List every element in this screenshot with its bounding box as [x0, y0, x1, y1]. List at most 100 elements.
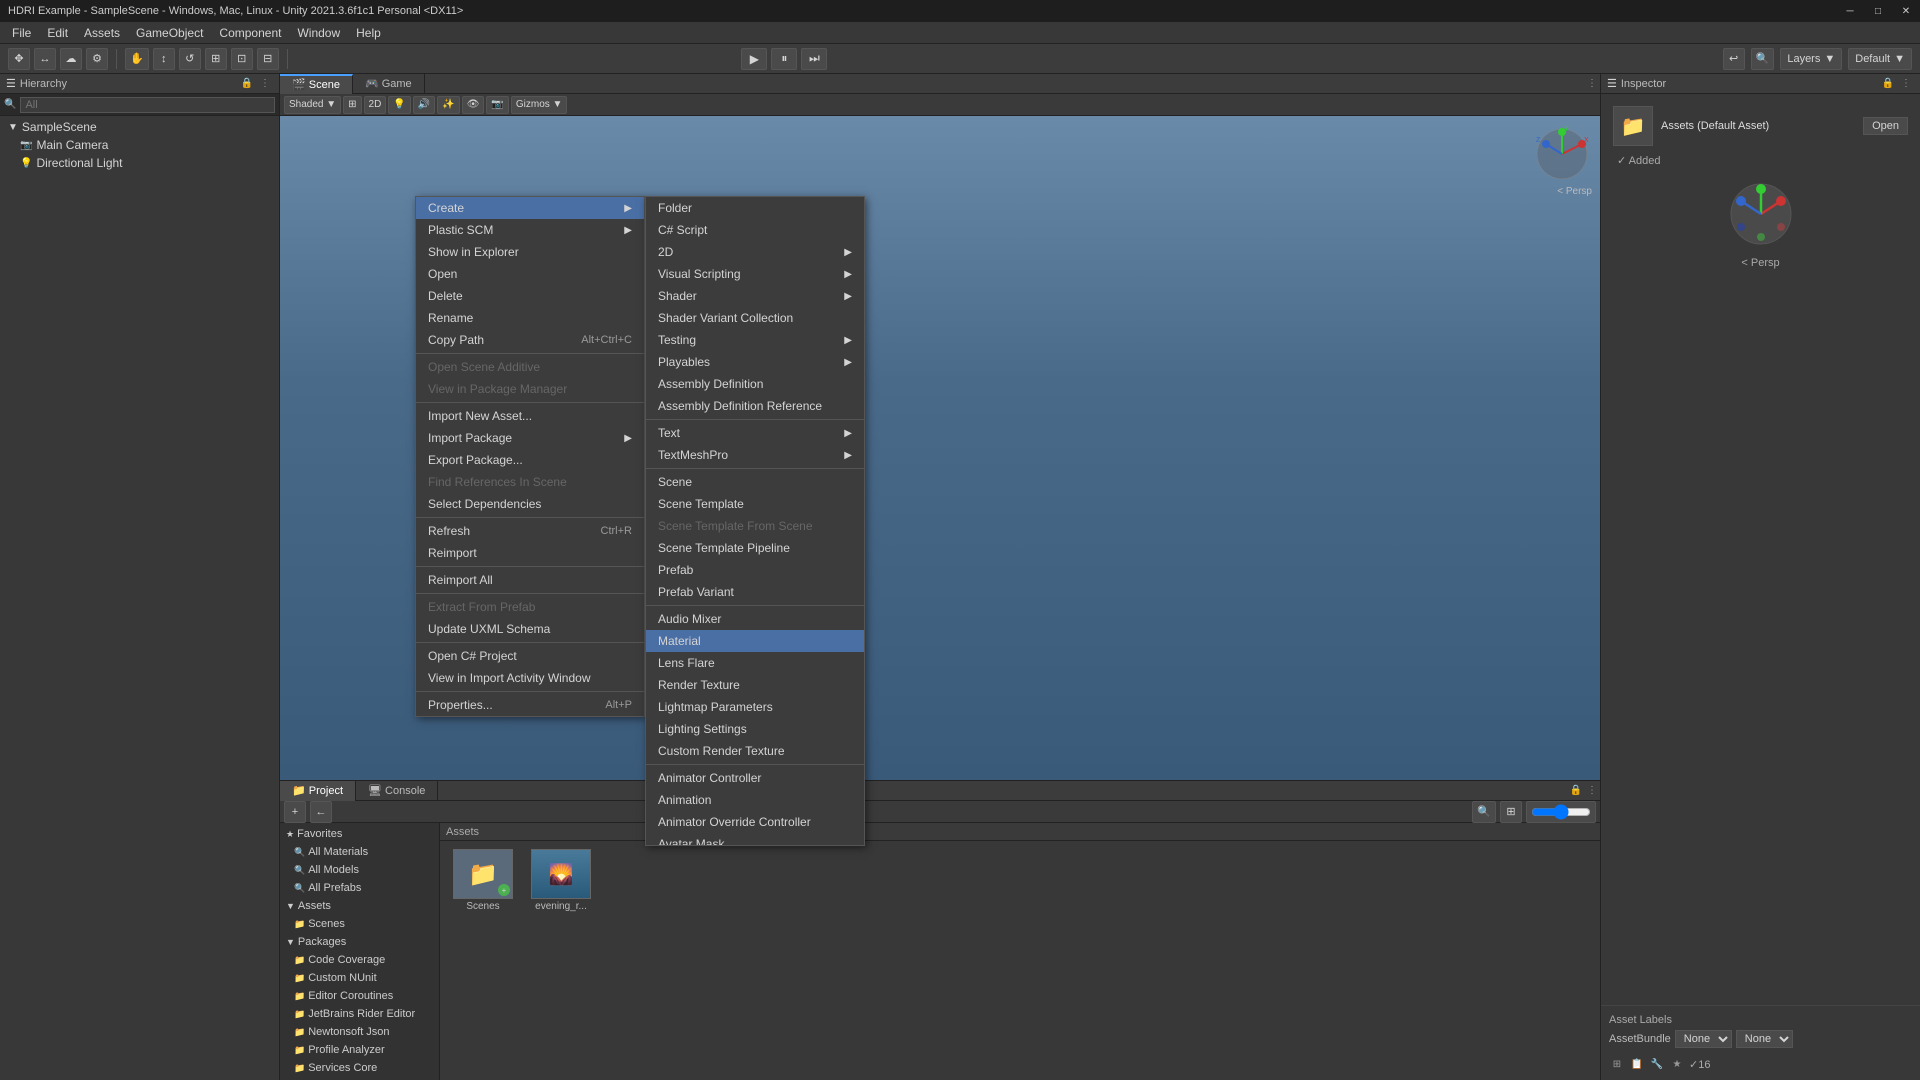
menu-properties[interactable]: Properties... Alt+P — [416, 694, 644, 716]
sidebar-all-materials[interactable]: 🔍All Materials — [280, 843, 439, 861]
project-view-btn[interactable]: ⊞ — [1500, 801, 1522, 823]
close-button[interactable]: ✕ — [1892, 0, 1920, 22]
create-scene[interactable]: Scene — [646, 471, 864, 493]
2d-btn[interactable]: 2D — [364, 96, 387, 114]
create-prefab[interactable]: Prefab — [646, 559, 864, 581]
sidebar-assets[interactable]: ▼Assets — [280, 897, 439, 915]
create-testing[interactable]: Testing ▶ — [646, 329, 864, 351]
step-button[interactable]: ⏭ — [801, 48, 827, 70]
pause-button[interactable]: ⏸ — [771, 48, 797, 70]
create-2d[interactable]: 2D ▶ — [646, 241, 864, 263]
inspector-toolbar-icon2[interactable]: 📋 — [1629, 1056, 1645, 1072]
create-shader[interactable]: Shader ▶ — [646, 285, 864, 307]
create-text[interactable]: Text ▶ — [646, 422, 864, 444]
hierarchy-item-samplescene[interactable]: ▼ SampleScene — [0, 118, 279, 136]
toolbar-cloud[interactable]: ☁ — [60, 48, 82, 70]
create-audio-mixer[interactable]: Audio Mixer — [646, 608, 864, 630]
sidebar-all-models[interactable]: 🔍All Models — [280, 861, 439, 879]
sidebar-newtonsoft[interactable]: 📁Newtonsoft Json — [280, 1023, 439, 1041]
light-btn[interactable]: 💡 — [388, 96, 410, 114]
menu-import-package[interactable]: Import Package ▶ — [416, 427, 644, 449]
sidebar-jetbrains[interactable]: 📁JetBrains Rider Editor — [280, 1005, 439, 1023]
inspector-lock-icon[interactable]: 🔒 — [1880, 76, 1896, 92]
create-textmeshpro[interactable]: TextMeshPro ▶ — [646, 444, 864, 466]
menu-file[interactable]: File — [4, 24, 39, 42]
project-zoom-slider[interactable] — [1531, 806, 1591, 818]
toolbar-transform1[interactable]: ✥ — [8, 48, 30, 70]
hierarchy-lock-icon[interactable]: 🔒 — [239, 76, 255, 92]
menu-copy-path[interactable]: Copy Path Alt+Ctrl+C — [416, 329, 644, 351]
menu-help[interactable]: Help — [348, 24, 389, 42]
create-custom-render-texture[interactable]: Custom Render Texture — [646, 740, 864, 762]
toolbar-hand[interactable]: ✋ — [125, 48, 149, 70]
tab-game[interactable]: 🎮 Game — [353, 74, 425, 94]
hierarchy-item-dirlight[interactable]: 💡 Directional Light — [0, 154, 279, 172]
menu-refresh[interactable]: Refresh Ctrl+R — [416, 520, 644, 542]
menu-import-asset[interactable]: Import New Asset... — [416, 405, 644, 427]
layers-dropdown[interactable]: Layers ▼ — [1780, 48, 1842, 70]
menu-view-import-activity[interactable]: View in Import Activity Window — [416, 667, 644, 689]
create-animator-override[interactable]: Animator Override Controller — [646, 811, 864, 833]
sidebar-favorites[interactable]: ★Favorites — [280, 825, 439, 843]
toolbar-multi[interactable]: ⊟ — [257, 48, 279, 70]
menu-assets[interactable]: Assets — [76, 24, 128, 42]
create-scene-template-pipeline[interactable]: Scene Template Pipeline — [646, 537, 864, 559]
toolbar-rect[interactable]: ⊡ — [231, 48, 253, 70]
menu-show-explorer[interactable]: Show in Explorer — [416, 241, 644, 263]
gizmos-btn[interactable]: Gizmos ▼ — [511, 96, 568, 114]
sidebar-profile-analyzer[interactable]: 📁Profile Analyzer — [280, 1041, 439, 1059]
file-evening[interactable]: 🌄 evening_r... — [526, 849, 596, 912]
create-csharp[interactable]: C# Script — [646, 219, 864, 241]
scene-more-icon[interactable]: ⋮ — [1584, 76, 1600, 92]
menu-open[interactable]: Open — [416, 263, 644, 285]
create-playables[interactable]: Playables ▶ — [646, 351, 864, 373]
tab-project[interactable]: 📁 Project — [280, 781, 356, 801]
toolbar-settings[interactable]: ⚙ — [86, 48, 108, 70]
tab-scene[interactable]: 🎬 Scene — [280, 74, 353, 94]
project-back-btn[interactable]: ← — [310, 801, 332, 823]
project-search-btn[interactable]: 🔍 — [1472, 801, 1496, 823]
fx-btn[interactable]: ✨ — [437, 96, 459, 114]
project-slider-btn[interactable] — [1526, 801, 1596, 823]
scene-camera-btn[interactable]: 📷 — [486, 96, 508, 114]
sidebar-services-core[interactable]: 📁Services Core — [280, 1059, 439, 1077]
hierarchy-search-input[interactable] — [20, 97, 275, 113]
sidebar-packages[interactable]: ▼Packages — [280, 933, 439, 951]
hierarchy-more-icon[interactable]: ⋮ — [257, 76, 273, 92]
sidebar-all-prefabs[interactable]: 🔍All Prefabs — [280, 879, 439, 897]
search-toolbar-btn[interactable]: 🔍 — [1751, 48, 1775, 70]
create-render-texture[interactable]: Render Texture — [646, 674, 864, 696]
sidebar-code-coverage[interactable]: 📁Code Coverage — [280, 951, 439, 969]
sidebar-custom-nunit[interactable]: 📁Custom NUnit — [280, 969, 439, 987]
asset-bundle-dropdown1[interactable]: None — [1675, 1030, 1732, 1048]
bottom-lock-icon[interactable]: 🔒 — [1568, 783, 1584, 799]
menu-gameobject[interactable]: GameObject — [128, 24, 211, 42]
create-animator-controller[interactable]: Animator Controller — [646, 767, 864, 789]
create-avatar-mask[interactable]: Avatar Mask — [646, 833, 864, 846]
menu-export-package[interactable]: Export Package... — [416, 449, 644, 471]
menu-select-deps[interactable]: Select Dependencies — [416, 493, 644, 515]
inspector-toolbar-icon1[interactable]: ⊞ — [1609, 1056, 1625, 1072]
inspector-more-icon[interactable]: ⋮ — [1898, 76, 1914, 92]
audio-btn[interactable]: 🔊 — [413, 96, 435, 114]
asset-bundle-dropdown2[interactable]: None — [1736, 1030, 1793, 1048]
menu-rename[interactable]: Rename — [416, 307, 644, 329]
create-lighting-settings[interactable]: Lighting Settings — [646, 718, 864, 740]
inspector-toolbar-icon4[interactable]: ★ — [1669, 1056, 1685, 1072]
create-material[interactable]: Material — [646, 630, 864, 652]
create-visual-scripting[interactable]: Visual Scripting ▶ — [646, 263, 864, 285]
file-scenes[interactable]: 📁 + Scenes — [448, 849, 518, 912]
minimize-button[interactable]: ─ — [1836, 0, 1864, 22]
sidebar-scenes[interactable]: 📁Scenes — [280, 915, 439, 933]
render-mode-btn[interactable]: ⊞ — [343, 96, 361, 114]
hierarchy-item-maincamera[interactable]: 📷 Main Camera — [0, 136, 279, 154]
menu-edit[interactable]: Edit — [39, 24, 76, 42]
sidebar-editor-coroutines[interactable]: 📁Editor Coroutines — [280, 987, 439, 1005]
menu-open-csharp[interactable]: Open C# Project — [416, 645, 644, 667]
menu-component[interactable]: Component — [211, 24, 289, 42]
create-assembly-def-ref[interactable]: Assembly Definition Reference — [646, 395, 864, 417]
maximize-button[interactable]: □ — [1864, 0, 1892, 22]
toolbar-move[interactable]: ↕ — [153, 48, 175, 70]
tab-console[interactable]: 🖥 Console — [356, 781, 438, 801]
menu-delete[interactable]: Delete — [416, 285, 644, 307]
